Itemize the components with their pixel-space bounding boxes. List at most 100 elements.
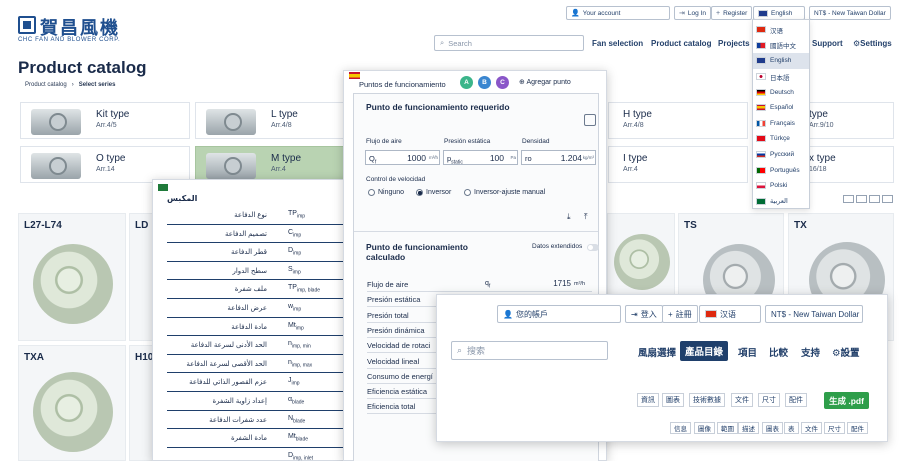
language-option-fr[interactable]: Français <box>753 116 809 132</box>
series-name: I type <box>623 153 648 164</box>
result-label: Velocidad de rotaci <box>367 341 431 351</box>
spec-symbol: wimp <box>288 303 301 312</box>
result-label: Eficiencia total <box>367 402 416 412</box>
zh-login-label: 登入 <box>640 309 657 319</box>
spec-symbol: Jimp <box>288 377 300 386</box>
list-view-icon[interactable] <box>843 195 854 203</box>
zh-search-input[interactable]: ⌕ 搜索 <box>451 341 608 360</box>
spec-label-ar: عدد شفرات الدفاعة <box>209 416 267 424</box>
speed-option-inverter[interactable]: Inversor <box>416 189 451 196</box>
section-chip[interactable]: 範圍 <box>717 422 738 434</box>
series-card-kit[interactable]: Kit type Arr.4/5 <box>20 102 190 139</box>
zh-nav-support[interactable]: 支持 <box>801 345 820 359</box>
zh-register-button[interactable]: + 註冊 <box>662 305 698 323</box>
language-option-ar[interactable]: العربية <box>753 194 809 210</box>
section-chip[interactable]: 表 <box>784 422 799 434</box>
series-name: M type <box>271 153 302 164</box>
section-chip[interactable]: 描述 <box>738 422 759 434</box>
language-option-zh-tw[interactable]: 國語中文 <box>753 38 809 54</box>
export-chip[interactable]: 配件 <box>785 393 807 407</box>
section-chip[interactable]: 文件 <box>801 422 822 434</box>
section-chip[interactable]: 信息 <box>670 422 691 434</box>
fan-tile-partial[interactable] <box>607 213 675 295</box>
language-option-ru[interactable]: Русский <box>753 147 809 163</box>
account-field[interactable]: 👤 Your account <box>566 6 670 20</box>
series-card-o[interactable]: O type Arr.14 <box>20 146 190 183</box>
language-option-ja[interactable]: 日本語 <box>753 69 809 85</box>
speed-option-inverter-manual[interactable]: Inversor-ajuste manual <box>464 189 545 196</box>
fan-tile-l27-l74[interactable]: L27-L74 <box>18 213 126 341</box>
turkey-flag-icon <box>756 135 766 143</box>
company-logo[interactable]: 賀昌風機 CHC FAN AND BLOWER CORP. <box>18 14 130 44</box>
breadcrumb-root[interactable]: Product catalog <box>25 82 67 88</box>
add-point-button[interactable]: ⊕ Agregar punto <box>519 78 571 86</box>
section-chip[interactable]: 配件 <box>847 422 868 434</box>
static-pressure-input[interactable]: pstatic 100 Pa <box>443 150 518 166</box>
speed-option-none[interactable]: Ninguno <box>368 189 404 196</box>
zh-nav-compare[interactable]: 比較 <box>769 345 788 359</box>
language-option-en[interactable]: English <box>753 53 809 69</box>
language-option-tr[interactable]: Türkçe <box>753 131 809 147</box>
zh-language-selector[interactable]: 汉语 <box>699 305 761 323</box>
series-card-h[interactable]: H type Arr.4/8 <box>608 102 748 139</box>
language-option-pt[interactable]: Português <box>753 162 809 178</box>
nav-settings[interactable]: ⚙Settings <box>853 39 892 48</box>
export-chip[interactable]: 圖表 <box>662 393 684 407</box>
export-chip[interactable]: 尺寸 <box>758 393 780 407</box>
extended-data-toggle[interactable] <box>587 244 599 251</box>
airflow-input[interactable]: Qf 1000 m³/h <box>365 150 440 166</box>
extended-data-label: Datos extendidos <box>532 243 583 250</box>
zh-nav-projects[interactable]: 項目 <box>738 345 757 359</box>
export-chip[interactable]: 文件 <box>731 393 753 407</box>
user-icon: 👤 <box>571 10 580 17</box>
currency-selector[interactable]: NT$ - New Taiwan Dollar <box>809 6 891 20</box>
zh-account-label: 您的帳戶 <box>515 309 548 319</box>
language-option-es[interactable]: Español <box>753 100 809 116</box>
nav-fan-selection[interactable]: Fan selection <box>592 39 643 48</box>
section-chip[interactable]: 尺寸 <box>824 422 845 434</box>
generate-pdf-button[interactable]: 生成 .pdf <box>824 392 869 409</box>
download-icon[interactable]: ⤓ <box>567 212 571 222</box>
operating-points-tab[interactable]: Puntos de funcionamiento <box>359 80 446 89</box>
result-symbol: qf <box>485 280 490 289</box>
language-option-zh-cn[interactable]: 汉语 <box>753 22 809 38</box>
calculator-icon[interactable] <box>584 114 596 126</box>
point-b-button[interactable]: B <box>478 76 491 89</box>
nav-projects[interactable]: Projects <box>718 39 750 48</box>
density-input[interactable]: ro 1.204 kg/m³ <box>521 150 596 165</box>
series-card-m[interactable]: M type Arr.4 <box>195 146 365 183</box>
calculated-point-title: Punto de funcionamiento calculado <box>366 242 468 262</box>
table-view-icon[interactable] <box>882 195 893 203</box>
point-a-button[interactable]: A <box>460 76 473 89</box>
fan-image <box>33 244 113 324</box>
point-c-button[interactable]: C <box>496 76 509 89</box>
export-chip[interactable]: 資訊 <box>637 393 659 407</box>
fan-tile-txa[interactable]: TXA <box>18 345 126 461</box>
compact-view-icon[interactable] <box>869 195 880 203</box>
language-selector[interactable]: English <box>753 6 805 20</box>
search-input[interactable]: ⌕ Search <box>434 35 584 51</box>
section-chip[interactable]: 圖像 <box>694 422 715 434</box>
zh-account-field[interactable]: 👤 您的帳戶 <box>497 305 621 323</box>
zh-login-button[interactable]: ⇥ 登入 <box>625 305 663 323</box>
zh-nav-fan-selection[interactable]: 風扇選擇 <box>638 345 676 359</box>
zh-nav-product-catalog[interactable]: 產品目錄 <box>680 341 729 361</box>
uk-flag-icon <box>758 9 768 17</box>
series-thumbnail <box>31 153 81 179</box>
register-button[interactable]: + Register <box>711 6 753 20</box>
nav-support[interactable]: Support <box>812 39 843 48</box>
required-point-title: Punto de funcionamiento requerido <box>366 102 510 112</box>
spec-label-ar: الحد الأدنى لسرعة الدفاعة <box>190 342 267 350</box>
upload-icon[interactable]: ⤒ <box>584 212 588 222</box>
series-card-i[interactable]: I type Arr.4 <box>608 146 748 183</box>
grid-view-icon[interactable] <box>856 195 867 203</box>
section-chip[interactable]: 圖表 <box>762 422 783 434</box>
language-option-pl[interactable]: Polski <box>753 178 809 194</box>
login-button[interactable]: ⇥ Log In <box>674 6 711 20</box>
language-option-de[interactable]: Deutsch <box>753 84 809 100</box>
zh-nav-settings[interactable]: ⚙設置 <box>832 345 860 359</box>
series-card-l[interactable]: L type Arr.4/8 <box>195 102 365 139</box>
export-chip[interactable]: 技術數據 <box>689 393 725 407</box>
zh-currency-selector[interactable]: NT$ - New Taiwan Dollar <box>765 305 863 323</box>
nav-product-catalog[interactable]: Product catalog <box>651 39 711 48</box>
